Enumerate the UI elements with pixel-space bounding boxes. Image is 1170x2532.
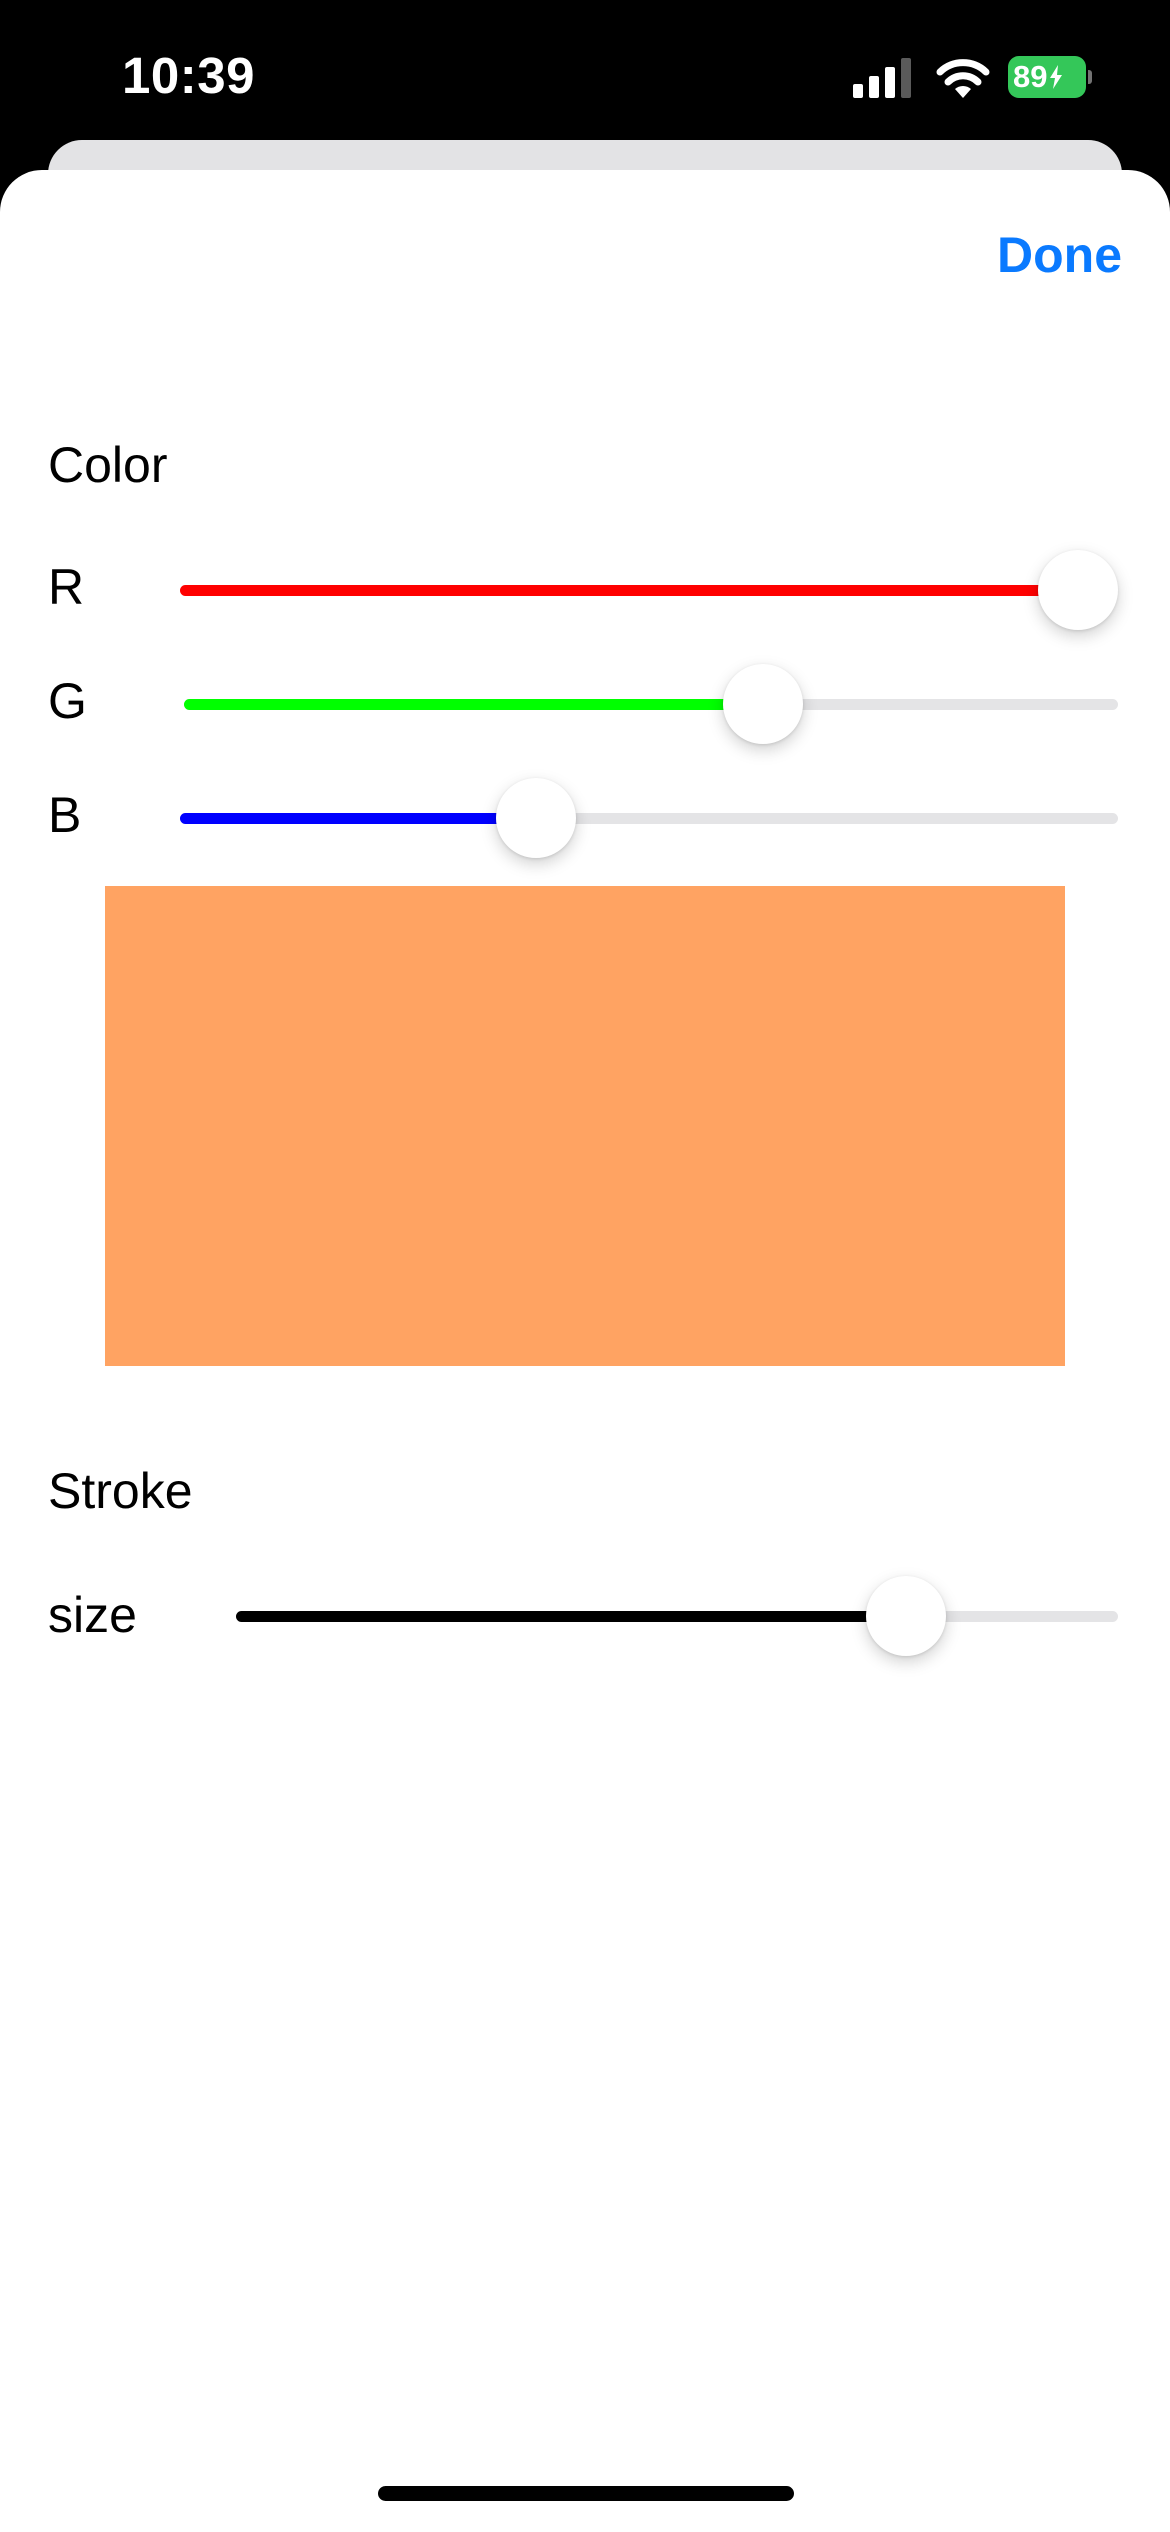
slider-thumb[interactable] [1038, 550, 1118, 630]
battery-charging-icon: 89 [1008, 56, 1092, 98]
battery-cap [1088, 70, 1092, 84]
battery-level: 89 [1008, 56, 1086, 98]
stroke-size-label: size [48, 1587, 137, 1643]
screen: 10:39 89 Done Color R G B Stroke size [0, 0, 1170, 2532]
signal-icon [853, 58, 911, 98]
slider-thumb[interactable] [723, 664, 804, 744]
home-indicator [378, 2486, 794, 2501]
wifi-icon [936, 59, 990, 98]
green-slider[interactable] [184, 664, 1118, 744]
slider-fill [236, 1611, 907, 1622]
status-time: 10:39 [122, 47, 255, 104]
stroke-section-title: Stroke [48, 1463, 193, 1519]
settings-sheet: Done Color R G B Stroke size [0, 170, 1170, 2532]
slider-fill [184, 699, 764, 710]
color-preview-swatch [105, 886, 1065, 1366]
slider-thumb[interactable] [496, 778, 577, 858]
slider-thumb[interactable] [866, 1576, 947, 1656]
blue-slider[interactable] [180, 778, 1118, 858]
slider-fill [180, 585, 1078, 596]
stroke-size-slider[interactable] [236, 1576, 1118, 1656]
slider-fill [180, 813, 537, 824]
color-section-title: Color [48, 437, 168, 493]
done-button[interactable]: Done [997, 226, 1122, 284]
battery-percent: 89 [1013, 59, 1048, 94]
red-slider[interactable] [180, 550, 1118, 630]
blue-slider-label: B [48, 787, 82, 843]
green-slider-label: G [48, 673, 87, 729]
status-bar: 10:39 89 [0, 0, 1170, 150]
red-slider-label: R [48, 559, 85, 615]
charging-bolt-icon [1050, 65, 1063, 89]
